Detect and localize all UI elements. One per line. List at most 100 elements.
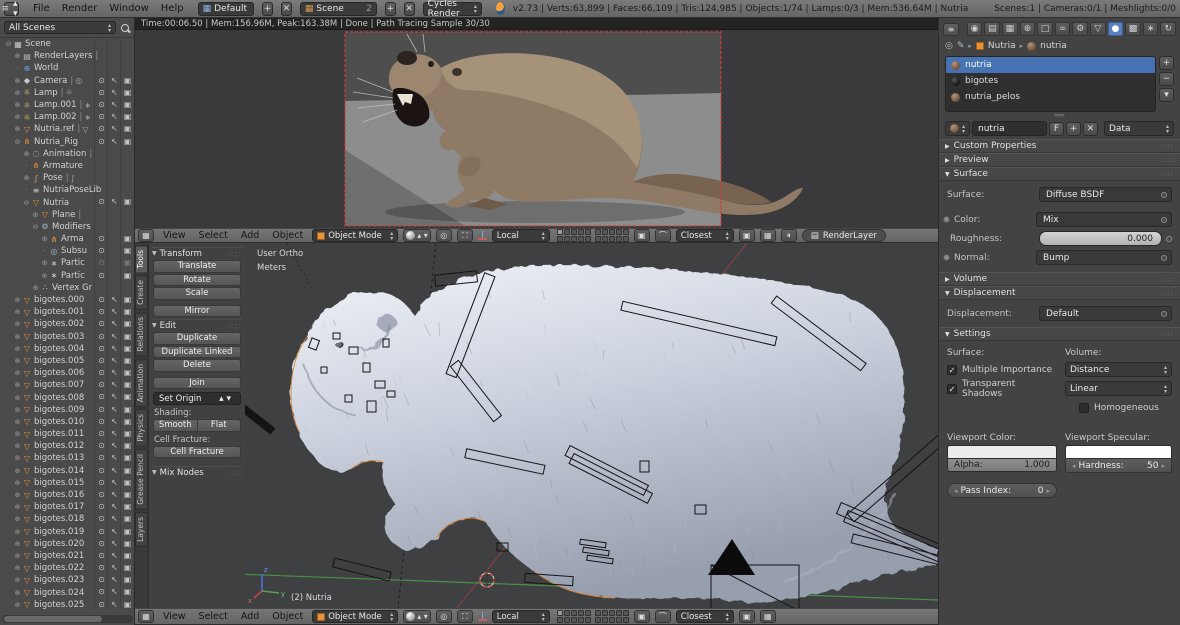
outliner-row[interactable]: ·⋔Armature	[0, 160, 134, 172]
preview-panel-header[interactable]: ▶ Preview ::::	[939, 153, 1180, 167]
outliner-row[interactable]: ⊕▽bigotes.011⊙↖▣	[0, 428, 134, 440]
expander-icon[interactable]: ⊕	[13, 320, 22, 328]
cursor-icon[interactable]: ↖	[108, 477, 121, 489]
pass-index-field[interactable]: ◂ Pass Index: 0 ▸	[947, 483, 1057, 498]
outliner-row[interactable]: ⊕▽bigotes.019⊙↖▣	[0, 526, 134, 538]
camera-icon[interactable]: ▣	[121, 526, 134, 538]
editor-type-3dview-icon[interactable]: ▦	[138, 610, 154, 623]
expander-icon[interactable]: ⊕	[13, 308, 22, 316]
eye-icon[interactable]: ⊙	[95, 562, 108, 574]
camera-icon[interactable]: ▣	[121, 416, 134, 428]
physics-tab[interactable]: ↻	[1160, 22, 1176, 36]
breadcrumb-material[interactable]: nutria	[1040, 41, 1067, 51]
new-material-button[interactable]: +	[1066, 122, 1081, 136]
expander-icon[interactable]: ⊕	[13, 564, 22, 572]
eye-icon[interactable]: ⊙	[95, 391, 108, 403]
expander-icon[interactable]: ⊕	[31, 284, 40, 292]
layer-cell[interactable]	[585, 610, 591, 616]
surface-panel-header[interactable]: ▼ Surface ::::	[939, 167, 1180, 181]
screen-layout-dropdown[interactable]: ▦ Default	[198, 2, 254, 16]
expander-icon[interactable]: ⊕	[13, 296, 22, 304]
layer-cell[interactable]	[557, 236, 563, 242]
editor-type-info-icon[interactable]: ≡▴ ▾	[4, 2, 19, 16]
layer-cell[interactable]	[564, 610, 570, 616]
menu-help[interactable]: Help	[155, 3, 190, 14]
eye-icon[interactable]: ⊙	[95, 270, 108, 282]
breadcrumb-object[interactable]: Nutria	[988, 41, 1016, 51]
roughness-slider[interactable]: 0.000	[1039, 231, 1162, 246]
expander-icon[interactable]: ⊕	[13, 89, 22, 97]
expander-icon[interactable]: ⊕	[13, 125, 22, 133]
cursor-icon[interactable]: ↖	[108, 306, 121, 318]
material-slot-bigotes[interactable]: bigotes	[946, 73, 1155, 89]
cursor-icon[interactable]: ↖	[108, 136, 121, 148]
outliner-row[interactable]: ⊕⋔Arma⊙▣	[0, 233, 134, 245]
duplicate-linked-button[interactable]: Duplicate Linked	[153, 346, 241, 359]
slot-specials-button[interactable]: ▾	[1159, 88, 1174, 102]
viewport-menu-add[interactable]: Add	[237, 230, 263, 241]
layer-cell[interactable]	[557, 610, 563, 616]
eye-icon[interactable]: ⊙	[95, 489, 108, 501]
camera-icon[interactable]: ▣	[121, 196, 134, 208]
layer-cell[interactable]	[578, 229, 584, 235]
outliner-row[interactable]: ⊕◌Animation|	[0, 148, 134, 160]
outliner-row[interactable]: ·⊕World	[0, 62, 134, 74]
camera-icon[interactable]: ▣	[121, 550, 134, 562]
camera-icon[interactable]: ▣	[121, 257, 134, 269]
eye-icon[interactable]: ⊙	[95, 404, 108, 416]
viewport-specular-swatch[interactable]	[1065, 445, 1172, 458]
layer-cell[interactable]	[595, 229, 601, 235]
eye-icon[interactable]: ⊙	[95, 87, 108, 99]
expander-icon[interactable]: ⊕	[22, 174, 31, 182]
outliner-row[interactable]: ⊕▽bigotes.014⊙↖▣	[0, 465, 134, 477]
camera-icon[interactable]: ▣	[121, 452, 134, 464]
layer-cell[interactable]	[564, 617, 570, 623]
mix-nodes-panel-header[interactable]: ▼ Mix Nodes ::::	[152, 466, 242, 478]
layer-cell[interactable]	[602, 229, 608, 235]
layer-cell[interactable]	[571, 617, 577, 623]
alpha-slider[interactable]: Alpha: 1.000	[947, 458, 1057, 472]
expander-icon[interactable]: ⊖	[13, 138, 22, 146]
checkbox-checked-icon[interactable]: ✓	[947, 384, 957, 394]
lock-button[interactable]: ▣	[634, 610, 650, 623]
expander-icon[interactable]: ⊕	[40, 235, 49, 243]
outliner-row[interactable]: ⊕▤RenderLayers|	[0, 50, 134, 62]
delete-button[interactable]: Delete	[153, 359, 241, 372]
layer-cell[interactable]	[609, 236, 615, 242]
increment-arrow-icon[interactable]: ▸	[1161, 462, 1165, 470]
layer-cell[interactable]	[623, 236, 629, 242]
remove-slot-button[interactable]: −	[1159, 72, 1174, 86]
layer-cell[interactable]	[595, 610, 601, 616]
cursor-icon[interactable]: ↖	[108, 465, 121, 477]
close-layout-button[interactable]: ✕	[281, 2, 292, 16]
viewport-menu-add[interactable]: Add	[237, 611, 263, 622]
shelf-tab-physics[interactable]: Physics	[135, 409, 148, 447]
outliner-row[interactable]: ⊕∗Partic⊙▣	[0, 257, 134, 269]
material-name-field[interactable]: nutria	[972, 121, 1047, 136]
outliner-row[interactable]: ⊕▽bigotes.013⊙↖▣	[0, 452, 134, 464]
eye-icon[interactable]: ⊙	[95, 574, 108, 586]
expander-icon[interactable]: ⊖	[4, 40, 13, 48]
layer-cell[interactable]	[578, 610, 584, 616]
outliner-row[interactable]: ⊖▽Nutria⊙↖▣	[0, 196, 134, 208]
layer-cell[interactable]	[623, 617, 629, 623]
outliner-horizontal-scrollbar[interactable]	[2, 615, 133, 623]
render-opengl-button[interactable]: ▣	[739, 229, 755, 242]
cursor-icon[interactable]: ↖	[108, 318, 121, 330]
camera-icon[interactable]: ▣	[121, 306, 134, 318]
hardness-field[interactable]: ◂ Hardness: 50 ▸	[1065, 458, 1172, 473]
snap-magnet-button[interactable]: ⌒	[655, 610, 671, 623]
eye-icon[interactable]: ⊙	[95, 343, 108, 355]
outliner-row[interactable]: ⊕▽bigotes.009⊙↖▣	[0, 404, 134, 416]
cursor-icon[interactable]: ↖	[108, 404, 121, 416]
eye-icon[interactable]: ⊙	[95, 526, 108, 538]
data-tab[interactable]: ▽	[1090, 22, 1106, 36]
outliner-row[interactable]: ⊕▽bigotes.023⊙↖▣	[0, 574, 134, 586]
cursor-icon[interactable]: ↖	[108, 599, 121, 610]
layer-cell[interactable]	[602, 236, 608, 242]
menu-render[interactable]: Render	[56, 3, 104, 14]
expander-icon[interactable]: ⊖	[22, 199, 31, 207]
viewport-color-swatch[interactable]	[947, 445, 1057, 458]
layer-cell[interactable]	[557, 617, 563, 623]
cursor-icon[interactable]: ↖	[108, 87, 121, 99]
